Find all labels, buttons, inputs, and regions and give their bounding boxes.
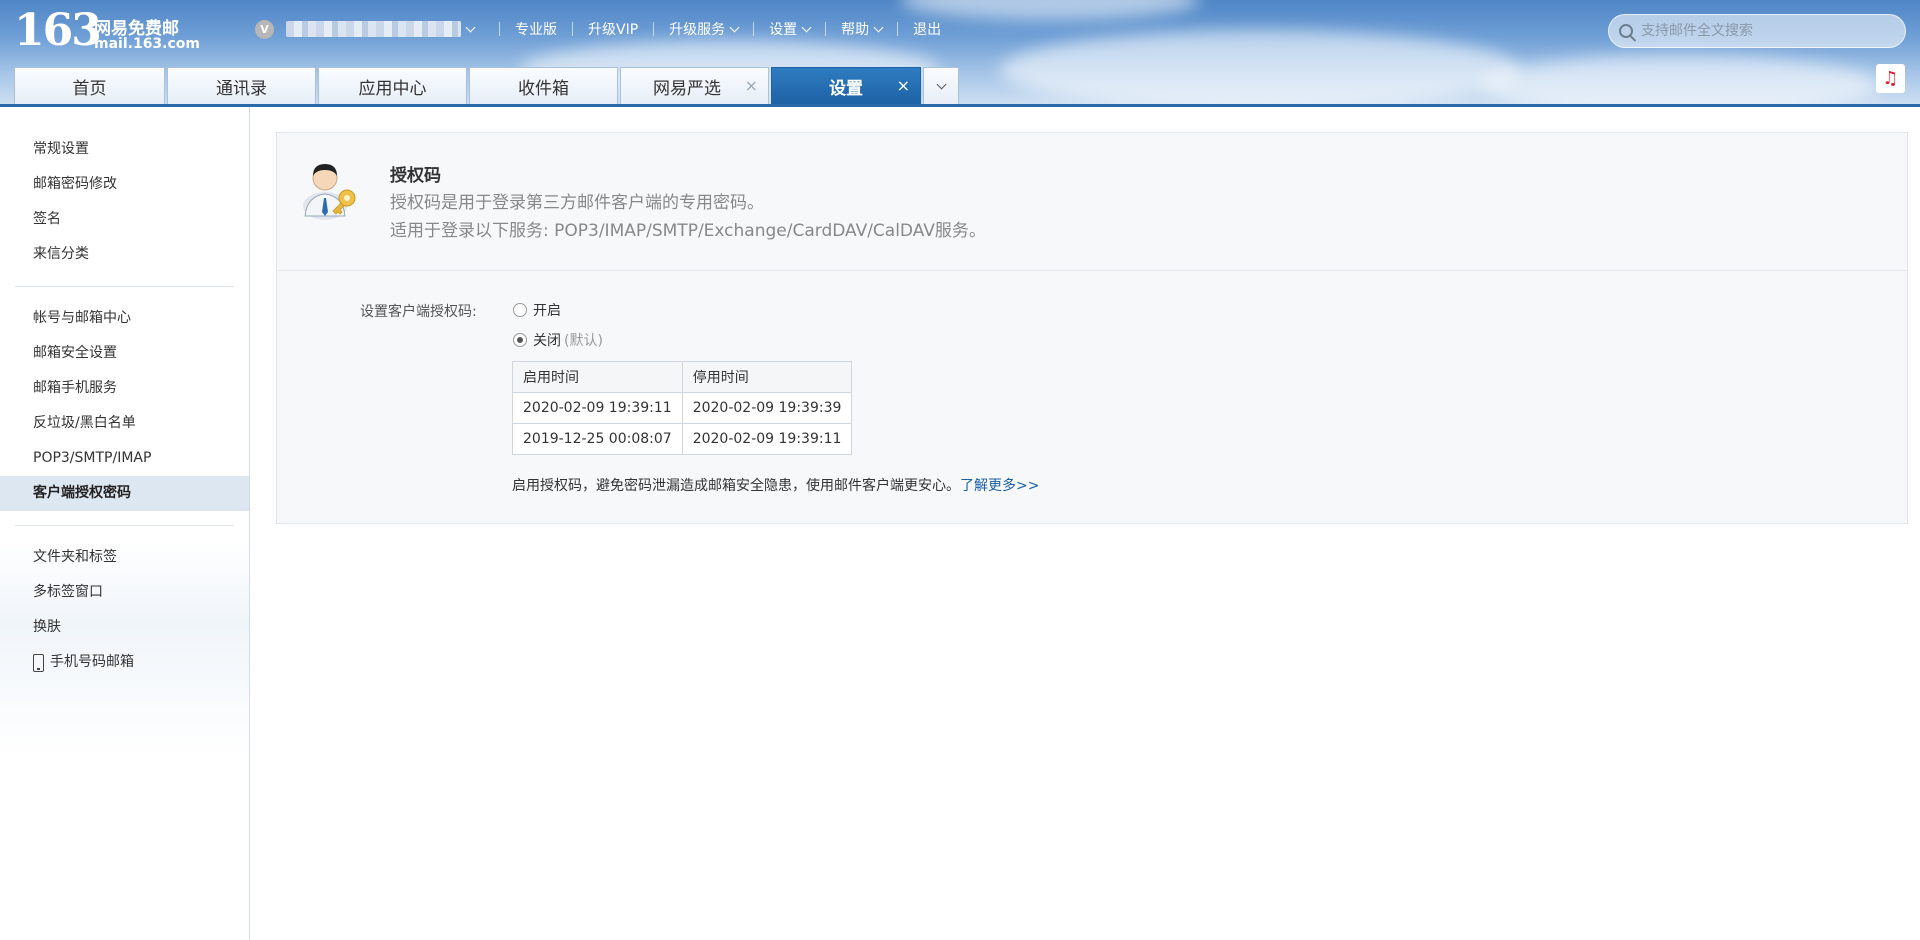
nav-upgrade-vip[interactable]: 升级VIP	[588, 19, 638, 39]
user-key-icon	[303, 164, 356, 220]
nav-help[interactable]: 帮助	[841, 19, 884, 39]
nav-upgrade-service[interactable]: 升级服务	[669, 19, 740, 39]
sidebar-item-mobile-service[interactable]: 邮箱手机服务	[0, 371, 249, 406]
phone-icon	[33, 653, 44, 672]
nav-divider	[825, 22, 827, 36]
learn-more-link[interactable]: 了解更多>>	[960, 478, 1039, 494]
header-bar: 163 网易免费邮 mail.163.com V 专业版 升级VIP 升级服务 …	[0, 0, 1920, 106]
logo-domain: mail.163.com	[94, 36, 200, 52]
security-tip: 启用授权码，避免密码泄漏造成邮箱安全隐患，使用邮件客户端更安心。了解更多>>	[512, 478, 1040, 494]
auth-code-history-table: 启用时间 停用时间 2020-02-09 19:39:11 2020-02-09…	[512, 361, 853, 455]
radio-enable[interactable]: 开启	[513, 300, 561, 320]
table-header-row: 启用时间 停用时间	[512, 361, 853, 393]
auth-code-setting-label: 设置客户端授权码:	[360, 304, 477, 320]
column-disable-time: 停用时间	[681, 361, 853, 393]
search-icon[interactable]	[1619, 24, 1633, 38]
sidebar-item-antispam[interactable]: 反垃圾/黑白名单	[0, 406, 249, 441]
tab-settings[interactable]: 设置 ×	[771, 67, 921, 104]
sidebar-item-filters[interactable]: 来信分类	[0, 237, 249, 272]
table-row: 2019-12-25 00:08:07 2020-02-09 19:39:11	[512, 423, 853, 455]
logo-number: 163	[14, 5, 102, 56]
radio-disable-input[interactable]	[513, 333, 527, 347]
nav-divider	[897, 22, 899, 36]
music-note-icon: ♫	[1882, 68, 1899, 89]
chevron-down-icon	[801, 22, 812, 32]
panel-title: 授权码	[390, 166, 441, 186]
nav-logout[interactable]: 退出	[913, 19, 941, 39]
sidebar-item-phone-mailbox[interactable]: 手机号码邮箱	[0, 645, 249, 680]
table-row: 2020-02-09 19:39:11 2020-02-09 19:39:39	[512, 392, 853, 424]
column-enable-time: 启用时间	[512, 361, 683, 393]
sidebar-item-client-auth-code[interactable]: 客户端授权密码	[0, 476, 249, 511]
close-icon[interactable]: ×	[745, 76, 758, 95]
nav-divider	[653, 22, 655, 36]
tab-contacts[interactable]: 通讯录	[167, 67, 316, 104]
tab-yanxuan[interactable]: 网易严选 ×	[620, 67, 769, 104]
panel-description: 授权码是用于登录第三方邮件客户端的专用密码。 适用于登录以下服务: POP3/I…	[390, 193, 986, 241]
header-divider	[0, 104, 1920, 107]
sidebar-group-general: 常规设置 邮箱密码修改 签名 来信分类	[0, 132, 249, 272]
sidebar-item-multi-tab[interactable]: 多标签窗口	[0, 575, 249, 610]
sidebar-group-account: 帐号与邮箱中心 邮箱安全设置 邮箱手机服务 反垃圾/黑白名单 POP3/SMTP…	[0, 301, 249, 511]
sidebar-item-password[interactable]: 邮箱密码修改	[0, 167, 249, 202]
sidebar-item-skin[interactable]: 换肤	[0, 610, 249, 645]
chevron-down-icon	[873, 22, 884, 32]
nav-settings[interactable]: 设置	[769, 19, 812, 39]
nav-divider	[753, 22, 755, 36]
tab-app-center[interactable]: 应用中心	[318, 67, 467, 104]
sidebar-item-signature[interactable]: 签名	[0, 202, 249, 237]
close-icon[interactable]: ×	[897, 76, 910, 95]
enable-time-cell: 2019-12-25 00:08:07	[512, 423, 683, 455]
chevron-down-icon	[729, 22, 740, 32]
chevron-down-icon	[465, 22, 476, 32]
sidebar-divider	[15, 286, 234, 287]
auth-code-panel: 授权码 授权码是用于登录第三方邮件客户端的专用密码。 适用于登录以下服务: PO…	[276, 132, 1908, 524]
sidebar-group-misc: 文件夹和标签 多标签窗口 换肤 手机号码邮箱	[0, 540, 249, 680]
user-account-menu[interactable]: V	[255, 18, 476, 40]
tab-inbox[interactable]: 收件箱	[469, 67, 618, 104]
tab-overflow-button[interactable]	[923, 67, 959, 104]
music-button[interactable]: ♫	[1876, 64, 1905, 93]
vip-badge-icon: V	[255, 19, 274, 39]
tab-home[interactable]: 首页	[14, 67, 165, 104]
sidebar-item-security[interactable]: 邮箱安全设置	[0, 336, 249, 371]
nav-pro-version[interactable]: 专业版	[515, 19, 557, 39]
account-name-redacted	[286, 21, 461, 37]
chevron-down-icon	[936, 79, 946, 89]
radio-disable[interactable]: 关闭 (默认)	[513, 330, 603, 350]
enable-time-cell: 2020-02-09 19:39:11	[512, 392, 683, 424]
search-box[interactable]	[1608, 14, 1906, 48]
top-nav: 专业版 升级VIP 升级服务 设置 帮助 退出	[484, 18, 941, 40]
sidebar-item-account-center[interactable]: 帐号与邮箱中心	[0, 301, 249, 336]
settings-sidebar: 常规设置 邮箱密码修改 签名 来信分类 帐号与邮箱中心 邮箱安全设置 邮箱手机服…	[0, 107, 250, 940]
radio-enable-input[interactable]	[513, 303, 527, 317]
sidebar-item-general[interactable]: 常规设置	[0, 132, 249, 167]
panel-header: 授权码 授权码是用于登录第三方邮件客户端的专用密码。 适用于登录以下服务: PO…	[277, 133, 1907, 271]
search-input[interactable]	[1641, 23, 1891, 39]
disable-time-cell: 2020-02-09 19:39:11	[681, 423, 853, 455]
disable-time-cell: 2020-02-09 19:39:39	[681, 392, 853, 424]
logo[interactable]: 163 网易免费邮 mail.163.com	[14, 6, 204, 56]
nav-divider	[572, 22, 573, 36]
sidebar-divider	[15, 525, 234, 526]
nav-divider	[499, 22, 500, 36]
tab-bar: 首页 通讯录 应用中心 收件箱 网易严选 × 设置 ×	[14, 67, 959, 104]
sidebar-item-pop3-smtp-imap[interactable]: POP3/SMTP/IMAP	[0, 441, 249, 476]
sidebar-item-folders-labels[interactable]: 文件夹和标签	[0, 540, 249, 575]
